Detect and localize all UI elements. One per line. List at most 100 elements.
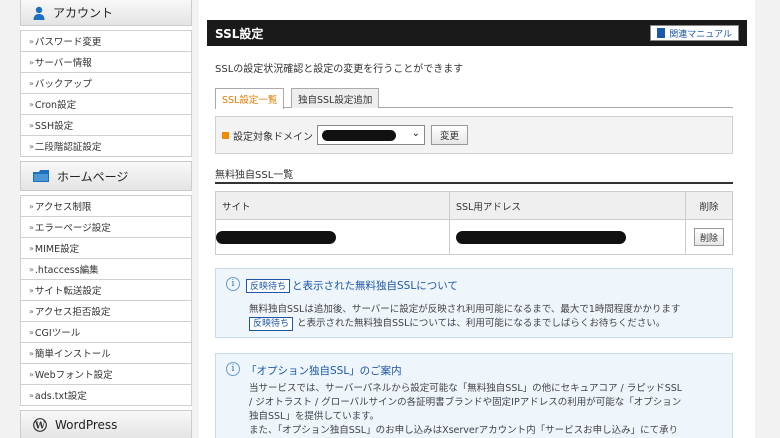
arrow-icon: »: [29, 78, 34, 88]
info-body-line: 当サービスでは、サーバーパネルから設定可能な「無料独自SSL」の他にセキュアコア…: [249, 383, 683, 394]
sidebar-item-account-3[interactable]: » Cron設定: [20, 94, 192, 115]
info-body-line: 無料独自SSLは追加後、サーバーに設定が反映され利用可能になるまで、最大で1時間…: [249, 304, 681, 315]
divider: [215, 182, 733, 184]
arrow-icon: »: [29, 120, 34, 130]
sidebar-item-homepage-3[interactable]: » .htaccess編集: [20, 259, 192, 280]
info-icon: i: [226, 277, 240, 291]
arrow-icon: »: [29, 306, 34, 316]
domain-select[interactable]: ⌄: [317, 125, 425, 145]
sidebar-item-account-4[interactable]: » SSH設定: [20, 115, 192, 136]
sidebar-item-homepage-7[interactable]: » 簡単インストール: [20, 343, 192, 364]
sidebar-item-label: サイト転送設定: [34, 286, 102, 297]
info-body-text: と表示された無料独自SSLについては、利用可能になるまでしばらくお待ちください。: [297, 318, 666, 329]
table-row: 削除: [216, 220, 732, 254]
sidebar-item-homepage-9[interactable]: » ads.txt設定: [20, 385, 192, 406]
arrow-icon: »: [29, 327, 34, 337]
panel-header: SSL設定 関連マニュアル: [207, 20, 747, 46]
info-body: 無料独自SSLは追加後、サーバーに設定が反映され利用可能になるまで、最大で1時間…: [249, 303, 719, 331]
info-icon: i: [226, 362, 240, 376]
sidebar-item-homepage-4[interactable]: » サイト転送設定: [20, 280, 192, 301]
arrow-icon: »: [29, 36, 34, 46]
sidebar-section-title: WordPress: [55, 418, 118, 432]
arrow-icon: »: [29, 57, 34, 67]
ssl-address-cell: [450, 220, 686, 254]
info-body-line: / ジオトラスト / グローバルサインの各証明書ブランドや固定IPアドレスの利用…: [249, 397, 682, 408]
sidebar-item-homepage-0[interactable]: » アクセス制限: [20, 196, 192, 217]
book-icon: [657, 28, 666, 38]
sidebar-section-title: アカウント: [53, 6, 114, 20]
sidebar-item-label: 二段階認証設定: [34, 142, 102, 153]
folder-icon: [33, 170, 49, 182]
arrow-icon: »: [29, 222, 34, 232]
sidebar-item-label: SSH設定: [34, 121, 74, 132]
sidebar-item-label: Cron設定: [34, 100, 77, 111]
arrow-icon: »: [29, 348, 34, 358]
page-description: SSLの設定状況確認と設定の変更を行うことができます: [215, 64, 464, 75]
col-ssl-address: SSL用アドレス: [450, 192, 686, 219]
sidebar-item-account-0[interactable]: » パスワード変更: [20, 31, 192, 52]
site-cell: [216, 220, 450, 254]
arrow-icon: »: [29, 99, 34, 109]
sidebar-item-label: .htaccess編集: [34, 265, 99, 276]
domain-label: 設定対象ドメイン: [233, 131, 313, 143]
sidebar-item-label: アクセス制限: [34, 202, 92, 213]
pending-badge: 反映待ち: [246, 278, 291, 293]
sidebar-item-homepage-5[interactable]: » アクセス拒否設定: [20, 301, 192, 322]
col-delete: 削除: [699, 201, 719, 213]
svg-text:W: W: [34, 422, 46, 432]
arrow-icon: »: [29, 141, 34, 151]
ssl-table: サイト SSL用アドレス 削除 削除: [215, 191, 733, 255]
sidebar-section-account: アカウント: [20, 0, 192, 26]
sidebar-item-label: Webフォント設定: [34, 370, 113, 381]
sidebar-item-homepage-1[interactable]: » エラーページ設定: [20, 217, 192, 238]
sidebar-section-title: ホームページ: [57, 169, 129, 184]
sidebar-item-homepage-2[interactable]: » MIME設定: [20, 238, 192, 259]
chevron-down-icon: ⌄: [411, 128, 420, 139]
bullet-icon: [222, 131, 229, 139]
main-panel: SSL設定 関連マニュアル SSLの設定状況確認と設定の変更を行うことができます…: [199, 0, 755, 438]
info-body-line: また、「オプション独自SSL」のお申し込みはXserverアカウント内「サービス…: [249, 425, 679, 436]
sidebar-item-label: ads.txt設定: [34, 391, 87, 402]
info-body-line: 反映待ち と表示された無料独自SSLについては、利用可能になるまでしばらくお待ち…: [249, 317, 719, 331]
page-title: SSL設定: [215, 26, 264, 41]
change-button[interactable]: 変更: [431, 125, 469, 145]
pending-info-box: i 反映待ち と表示された無料独自SSLについて 無料独自SSLは追加後、サーバ…: [215, 268, 733, 338]
sidebar-item-account-5[interactable]: » 二段階認証設定: [20, 136, 192, 157]
sidebar-item-account-1[interactable]: » サーバー情報: [20, 52, 192, 73]
sidebar-item-label: 簡単インストール: [34, 349, 111, 360]
wordpress-icon: W: [33, 418, 47, 432]
sidebar-item-label: MIME設定: [34, 244, 80, 255]
pending-badge: 反映待ち: [249, 317, 294, 331]
col-site: サイト: [216, 192, 450, 219]
table-header: サイト SSL用アドレス 削除: [216, 192, 732, 220]
sidebar-item-label: パスワード変更: [34, 37, 102, 48]
sidebar-item-homepage-6[interactable]: » CGIツール: [20, 322, 192, 343]
option-ssl-info-box: i 「オプション独自SSL」のご案内 当サービスでは、サーバーパネルから設定可能…: [215, 353, 733, 438]
tab-add-ssl[interactable]: 独自SSL設定追加: [291, 88, 380, 108]
arrow-icon: »: [29, 369, 34, 379]
sidebar-item-label: アクセス拒否設定: [34, 307, 111, 318]
redacted-domain: [322, 129, 396, 141]
info-title: 「オプション独自SSL」のご案内: [246, 365, 402, 377]
tab-ssl-list[interactable]: SSL設定一覧: [215, 88, 285, 109]
info-title-text: と表示された無料独自SSLについて: [292, 280, 458, 292]
sidebar-item-homepage-8[interactable]: » Webフォント設定: [20, 364, 192, 385]
arrow-icon: »: [29, 264, 34, 274]
sidebar-item-label: CGIツール: [34, 328, 81, 339]
related-manual-button[interactable]: 関連マニュアル: [650, 25, 739, 41]
account-menu: » パスワード変更» サーバー情報» バックアップ» Cron設定» SSH設定» 二段階認…: [20, 30, 192, 157]
info-title: 反映待ち と表示された無料独自SSLについて: [246, 278, 458, 293]
related-manual-label: 関連マニュアル: [669, 29, 732, 40]
sidebar-section-homepage: ホームページ: [20, 161, 192, 191]
arrow-icon: »: [29, 201, 34, 211]
arrow-icon: »: [29, 243, 34, 253]
redacted-site: [216, 230, 336, 244]
sidebar-item-label: エラーページ設定: [34, 223, 111, 234]
delete-button[interactable]: 削除: [693, 228, 724, 246]
arrow-icon: »: [29, 390, 34, 400]
ssl-list-title: 無料独自SSL一覧: [215, 170, 294, 181]
sidebar-item-label: サーバー情報: [34, 58, 92, 69]
tab-bar: SSL設定一覧 独自SSL設定追加: [215, 86, 733, 109]
delete-cell: 削除: [686, 220, 732, 254]
sidebar-item-account-2[interactable]: » バックアップ: [20, 73, 192, 94]
